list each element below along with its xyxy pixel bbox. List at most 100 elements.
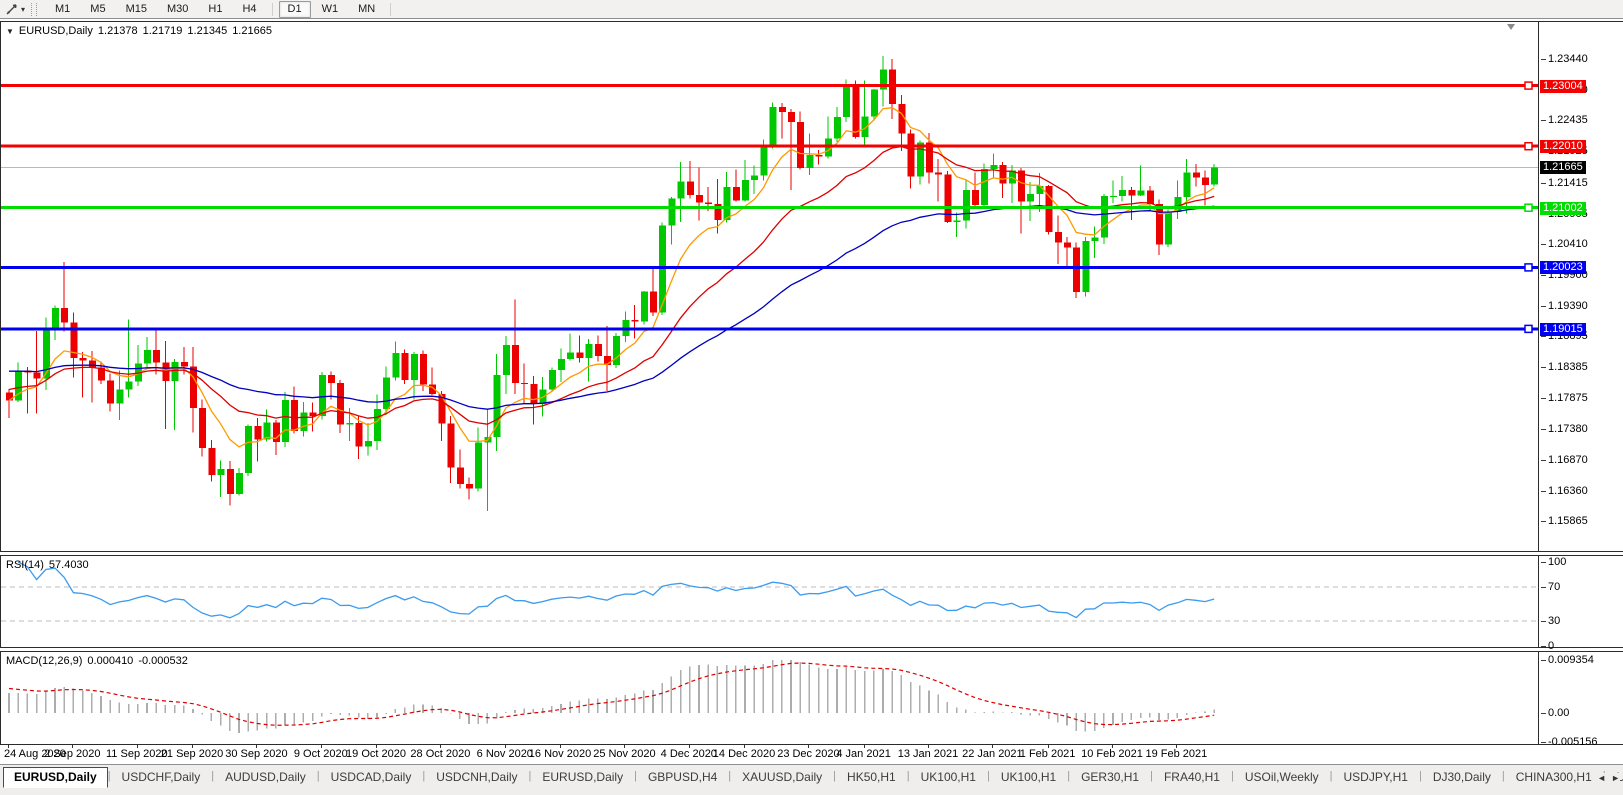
candle bbox=[392, 353, 399, 377]
chart-shift-marker[interactable] bbox=[1507, 24, 1515, 30]
date-label: 25 Nov 2020 bbox=[593, 748, 655, 760]
timeframe-button-m15[interactable]: M15 bbox=[117, 1, 156, 18]
chart-tab-ger30-h1[interactable]: GER30,H1 bbox=[1070, 767, 1150, 788]
chart-collapse-icon[interactable]: ▼ bbox=[6, 27, 14, 36]
candle bbox=[199, 408, 206, 448]
chart-title: ▼ EURUSD,Daily 1.21378 1.21719 1.21345 1… bbox=[6, 25, 272, 37]
date-label: 11 Sep 2020 bbox=[106, 748, 168, 760]
date-label: 6 Nov 2020 bbox=[477, 748, 533, 760]
moving-average-50 bbox=[9, 206, 1214, 410]
candle bbox=[1064, 243, 1071, 248]
chart-tab-hk50-h1[interactable]: HK50,H1 bbox=[836, 767, 907, 788]
toolbar-grip[interactable] bbox=[31, 3, 37, 16]
candle bbox=[116, 390, 123, 404]
chart-tab-gbpusd-h4[interactable]: GBPUSD,H4 bbox=[637, 767, 728, 788]
candle bbox=[668, 199, 675, 226]
rsi-panel[interactable]: RSI(14)57.4030 10070300 bbox=[0, 555, 1623, 648]
candle bbox=[954, 221, 961, 222]
candle bbox=[549, 370, 556, 390]
tab-scroll-left-icon[interactable]: ◄ bbox=[1597, 773, 1606, 783]
rsi-tick-label: 30 bbox=[1548, 615, 1560, 628]
chart-tab-uk100-h1[interactable]: UK100,H1 bbox=[990, 767, 1067, 788]
candle bbox=[1110, 196, 1117, 197]
candle bbox=[852, 87, 859, 137]
price-tick-label: 1.17875 bbox=[1548, 392, 1588, 405]
candle bbox=[613, 336, 620, 365]
price-axis[interactable]: 1.234401.229301.224351.219251.214151.209… bbox=[1539, 22, 1623, 551]
candle bbox=[43, 328, 50, 379]
chart-tab-usoil-weekly[interactable]: USOil,Weekly bbox=[1234, 767, 1330, 788]
current-price-badge: 1.21665 bbox=[1540, 161, 1586, 174]
timeframe-button-h4[interactable]: H4 bbox=[233, 1, 265, 18]
date-axis[interactable]: 24 Aug 20202 Sep 202011 Sep 202021 Sep 2… bbox=[0, 745, 1623, 764]
chart-tab-usdchf-daily[interactable]: USDCHF,Daily bbox=[111, 767, 212, 788]
timeframe-button-h1[interactable]: H1 bbox=[199, 1, 231, 18]
timeframe-button-m1[interactable]: M1 bbox=[46, 1, 79, 18]
chart-tab-uk100-h1[interactable]: UK100,H1 bbox=[910, 767, 987, 788]
cursor-tool-icon[interactable] bbox=[3, 1, 21, 17]
candle bbox=[208, 448, 215, 475]
chart-tab-china300-h1[interactable]: CHINA300,H1 bbox=[1505, 767, 1603, 788]
candle bbox=[871, 89, 878, 116]
level-line-handle[interactable] bbox=[1525, 325, 1532, 332]
macd-axis[interactable]: 0.0093540.00-0.005156 bbox=[1539, 652, 1623, 744]
price-tick-label: 1.17380 bbox=[1548, 423, 1588, 436]
chart-tab-usdcnh-daily[interactable]: USDCNH,Daily bbox=[425, 767, 528, 788]
candle bbox=[567, 352, 574, 359]
candle bbox=[696, 195, 703, 202]
main-chart-panel[interactable]: ▼ EURUSD,Daily 1.21378 1.21719 1.21345 1… bbox=[0, 21, 1623, 552]
rsi-label: RSI(14)57.4030 bbox=[6, 559, 89, 571]
candle bbox=[834, 117, 841, 138]
candle bbox=[346, 423, 353, 424]
macd-tick-label: 0.009354 bbox=[1548, 654, 1594, 667]
candle bbox=[788, 112, 795, 122]
macd-plot[interactable] bbox=[1, 652, 1538, 744]
date-label: 10 Feb 2021 bbox=[1081, 748, 1143, 760]
candle bbox=[981, 169, 988, 205]
chart-tab-xauusd-daily[interactable]: XAUUSD,Daily bbox=[731, 767, 833, 788]
chart-tab-audusd-daily[interactable]: AUDUSD,Daily bbox=[214, 767, 317, 788]
timeframe-button-m5[interactable]: M5 bbox=[81, 1, 114, 18]
candle bbox=[34, 372, 41, 378]
level-line-handle[interactable] bbox=[1525, 82, 1532, 89]
candle bbox=[466, 484, 473, 488]
tab-scroll-right-icon[interactable]: ► bbox=[1611, 773, 1620, 783]
chart-tab-fra40-h1[interactable]: FRA40,H1 bbox=[1153, 767, 1231, 788]
timeframe-button-mn[interactable]: MN bbox=[349, 1, 384, 18]
timeframe-button-m30[interactable]: M30 bbox=[158, 1, 197, 18]
chart-tab-usdcad-daily[interactable]: USDCAD,Daily bbox=[320, 767, 423, 788]
chart-tab-dj30-daily[interactable]: DJ30,Daily bbox=[1422, 767, 1502, 788]
candle bbox=[144, 350, 151, 363]
tool-dropdown-icon[interactable]: ▾ bbox=[21, 5, 25, 14]
chart-high: 1.21719 bbox=[143, 25, 183, 37]
candle bbox=[908, 133, 915, 176]
timeframe-button-d1[interactable]: D1 bbox=[279, 1, 311, 18]
candle bbox=[650, 291, 657, 312]
date-label: 21 Sep 2020 bbox=[161, 748, 223, 760]
level-line-handle[interactable] bbox=[1525, 204, 1532, 211]
candle bbox=[411, 354, 418, 380]
macd-signal-line bbox=[9, 663, 1214, 725]
candle bbox=[724, 187, 731, 220]
candle bbox=[705, 202, 712, 204]
timeframe-button-w1[interactable]: W1 bbox=[313, 1, 348, 18]
candlestick-plot[interactable] bbox=[1, 22, 1538, 551]
candle bbox=[365, 441, 372, 446]
chart-tab-bar: EURUSD,Daily|USDCHF,Daily|AUDUSD,Daily|U… bbox=[0, 764, 1623, 795]
candle bbox=[1202, 177, 1209, 185]
date-label: 4 Jan 2021 bbox=[836, 748, 890, 760]
chart-symbol: EURUSD,Daily bbox=[19, 25, 93, 37]
level-line-handle[interactable] bbox=[1525, 264, 1532, 271]
rsi-plot[interactable] bbox=[1, 556, 1538, 647]
macd-panel[interactable]: MACD(12,26,9)0.000410-0.000532 0.0093540… bbox=[0, 651, 1623, 745]
date-label: 16 Nov 2020 bbox=[529, 748, 591, 760]
chart-tab-usdjpy-h1[interactable]: USDJPY,H1 bbox=[1333, 767, 1419, 788]
rsi-name: RSI(14) bbox=[6, 559, 44, 571]
price-tick-label: 1.22435 bbox=[1548, 114, 1588, 127]
chart-tab-eurusd-daily[interactable]: EURUSD,Daily bbox=[531, 767, 634, 788]
candle bbox=[641, 291, 648, 321]
rsi-axis[interactable]: 10070300 bbox=[1539, 556, 1623, 647]
chart-tab-eurusd-daily[interactable]: EURUSD,Daily bbox=[3, 767, 108, 788]
level-line-handle[interactable] bbox=[1525, 143, 1532, 150]
candle bbox=[512, 345, 519, 383]
